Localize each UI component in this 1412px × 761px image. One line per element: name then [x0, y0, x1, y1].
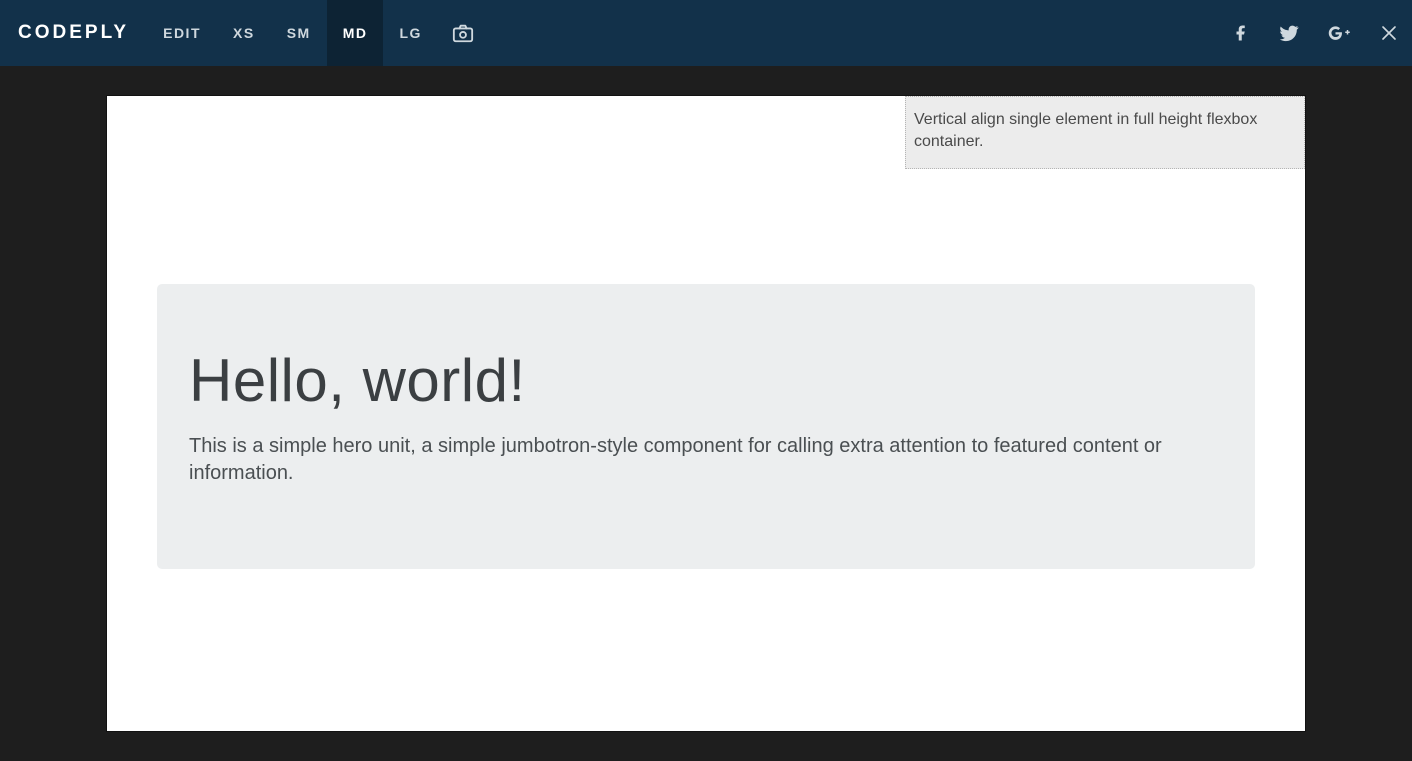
camera-icon — [452, 22, 474, 44]
social-icons — [1218, 0, 1412, 66]
twitter-icon — [1278, 22, 1300, 44]
close-button[interactable] — [1366, 0, 1412, 66]
nav-links: EDIT XS SM MD LG — [147, 0, 488, 66]
share-facebook[interactable] — [1218, 0, 1264, 66]
preview-frame: Vertical align single element in full he… — [107, 96, 1305, 731]
description-text: Vertical align single element in full he… — [914, 111, 1257, 150]
jumbotron-lead: This is a simple hero unit, a simple jum… — [189, 433, 1223, 487]
share-twitter[interactable] — [1264, 0, 1314, 66]
preview-stage: Vertical align single element in full he… — [0, 66, 1412, 761]
jumbotron-title: Hello, world! — [189, 346, 1223, 415]
close-icon — [1380, 24, 1398, 42]
nav-size-md[interactable]: MD — [327, 0, 384, 66]
navbar: CODEPLY EDIT XS SM MD LG — [0, 0, 1412, 66]
navbar-spacer — [488, 0, 1218, 66]
nav-edit[interactable]: EDIT — [147, 0, 217, 66]
brand-logo[interactable]: CODEPLY — [0, 0, 147, 66]
nav-size-sm[interactable]: SM — [271, 0, 327, 66]
description-callout: Vertical align single element in full he… — [905, 96, 1305, 169]
jumbotron: Hello, world! This is a simple hero unit… — [157, 284, 1255, 569]
nav-size-lg[interactable]: LG — [383, 0, 437, 66]
nav-size-xs[interactable]: XS — [217, 0, 271, 66]
share-googleplus[interactable] — [1314, 0, 1366, 66]
screenshot-button[interactable] — [438, 0, 488, 66]
googleplus-icon — [1328, 22, 1352, 44]
facebook-icon — [1232, 22, 1250, 44]
